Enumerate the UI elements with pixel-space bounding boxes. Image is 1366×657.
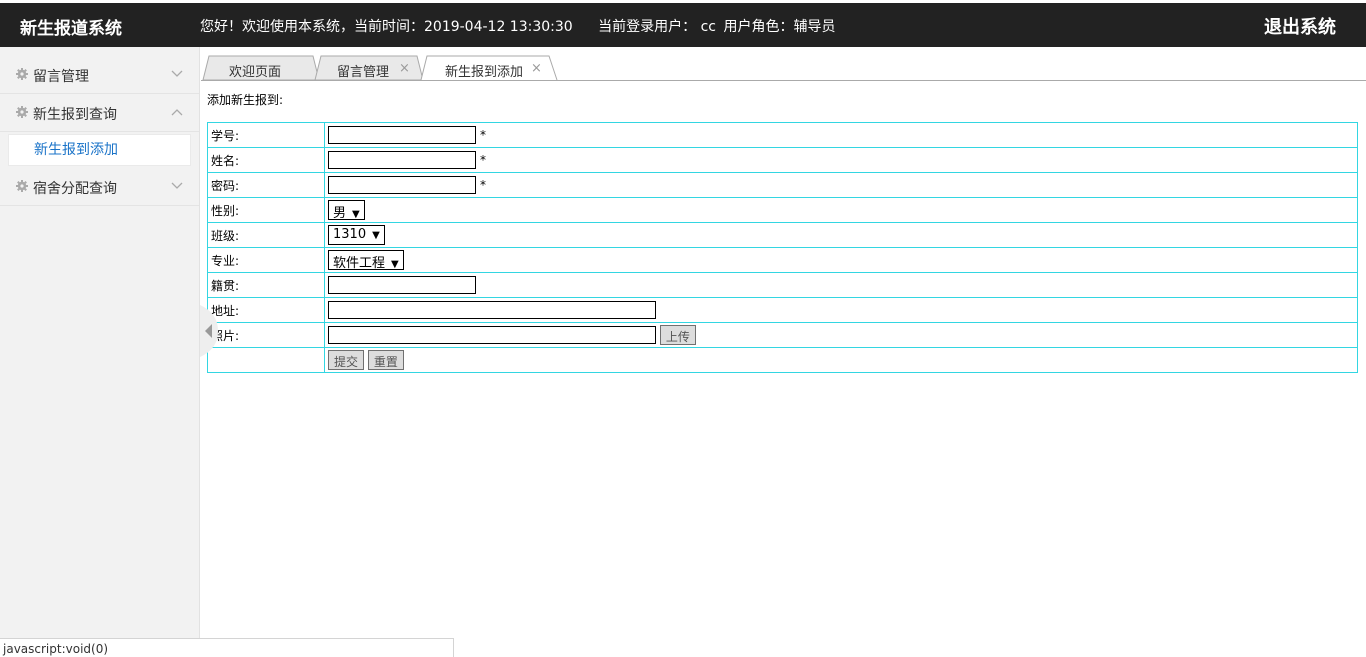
tab-add-registration[interactable]: 新生报到添加 × [421,56,557,81]
close-icon[interactable]: × [531,61,542,76]
form-cell: * [324,172,1358,198]
tab-label: 欢迎页面 [229,65,282,80]
class-label: 班级: [207,222,325,248]
address-label: 地址: [207,297,325,323]
chevron-up-icon [171,109,183,116]
gender-select[interactable]: 男 ▼ [328,200,365,221]
sidebar-submenu: 新生报到添加 [0,132,199,168]
form-row: 籍贯: [207,272,1358,298]
form-row: 班级: 1310 ▼ [207,222,1358,248]
main-content: 添加新生报到: 学号: * 姓名: * 密码: * 性别: 男 ▼ 班级: 13… [201,82,1366,657]
form-row: 学号: * [207,122,1358,148]
origin-label: 籍贯: [207,272,325,298]
top-header: 新生报道系统 您好！欢迎使用本系统，当前时间：2019-04-12 13:30:… [0,3,1366,47]
password-label: 密码: [207,172,325,198]
major-selected-value: 软件工程 [333,256,386,271]
gear-icon [16,68,28,80]
required-mark: * [480,177,486,192]
collapse-sidebar-handle[interactable] [200,305,218,357]
form-row: 性别: 男 ▼ [207,197,1358,223]
form-row: 地址: [207,297,1358,323]
form-row: 照片: 上传 [207,322,1358,348]
gear-icon [16,180,28,192]
tab-label: 新生报到添加 [445,65,524,80]
form-cell: 1310 ▼ [324,222,1358,248]
form-cell: 上传 [324,322,1358,348]
form-row: 密码: * [207,172,1358,198]
sidebar-menu-registration-query[interactable]: 新生报到查询 [0,94,199,132]
sidebar-menu-messages[interactable]: 留言管理 [0,56,199,94]
form-cell: 提交 重置 [324,347,1358,373]
tab-messages[interactable]: 留言管理 × [315,56,423,81]
current-user-text: 当前登录用户： cc [598,19,716,35]
required-mark: * [480,152,486,167]
tab-bar: 欢迎页面 留言管理 × 新生报到添加 × [201,47,1366,81]
class-select[interactable]: 1310 ▼ [328,225,385,245]
reset-button[interactable]: 重置 [367,350,404,370]
form-cell: * [324,147,1358,173]
sidebar: 留言管理 新生报到查询 新生报到添加 宿舍分配查询 [0,47,200,657]
chevron-down-icon [171,182,183,189]
dropdown-arrow-icon: ▼ [372,230,380,241]
dropdown-arrow-icon: ▼ [391,259,399,270]
submit-button[interactable]: 提交 [328,350,365,370]
welcome-text: 您好！欢迎使用本系统，当前时间：2019-04-12 13:30:30 当前登录… [200,16,838,36]
address-input[interactable] [328,301,656,319]
app-brand: 新生报道系统 [20,19,122,39]
sidebar-menu-label: 宿舍分配查询 [33,181,117,197]
name-label: 姓名: [207,147,325,173]
password-input[interactable] [328,176,476,194]
major-select[interactable]: 软件工程 ▼ [328,250,404,271]
greeting-text: 您好！欢迎使用本系统，当前时间：2019-04-12 13:30:30 [200,19,573,35]
sidebar-item-add-registration[interactable]: 新生报到添加 [8,134,191,166]
form-row: 提交 重置 [207,347,1358,373]
gender-selected-value: 男 [333,206,347,221]
empty-label-cell [207,347,325,373]
form-title: 添加新生报到: [207,93,284,107]
gear-icon [16,106,28,118]
form-cell: 软件工程 ▼ [324,247,1358,273]
student-id-input[interactable] [328,126,476,144]
required-mark: * [480,127,486,142]
gender-label: 性别: [207,197,325,223]
sidebar-menu-label: 新生报到查询 [33,107,117,123]
form-cell [324,272,1358,298]
browser-status-bar: javascript:void(0) [0,638,454,657]
photo-label: 照片: [207,322,325,348]
student-id-label: 学号: [207,122,325,148]
form-cell: * [324,122,1358,148]
form-cell [324,297,1358,323]
sidebar-menu-dorm-query[interactable]: 宿舍分配查询 [0,168,199,206]
form-row: 姓名: * [207,147,1358,173]
class-selected-value: 1310 [333,227,367,242]
origin-input[interactable] [328,276,476,294]
major-label: 专业: [207,247,325,273]
logout-button[interactable]: 退出系统 [1264,13,1336,39]
upload-button[interactable]: 上传 [659,325,696,345]
form-cell: 男 ▼ [324,197,1358,223]
sidebar-menu-label: 留言管理 [33,69,89,85]
user-role-text: 用户角色：辅导员 [723,19,836,35]
close-icon[interactable]: × [399,61,410,76]
chevron-down-icon [171,70,183,77]
registration-form: 学号: * 姓名: * 密码: * 性别: 男 ▼ 班级: 1310 ▼ 专业:… [207,122,1358,373]
tab-welcome[interactable]: 欢迎页面 [201,56,319,81]
photo-path-input[interactable] [328,326,656,344]
tab-label: 留言管理 [337,65,390,80]
form-row: 专业: 软件工程 ▼ [207,247,1358,273]
name-input[interactable] [328,151,476,169]
dropdown-arrow-icon: ▼ [352,209,360,220]
